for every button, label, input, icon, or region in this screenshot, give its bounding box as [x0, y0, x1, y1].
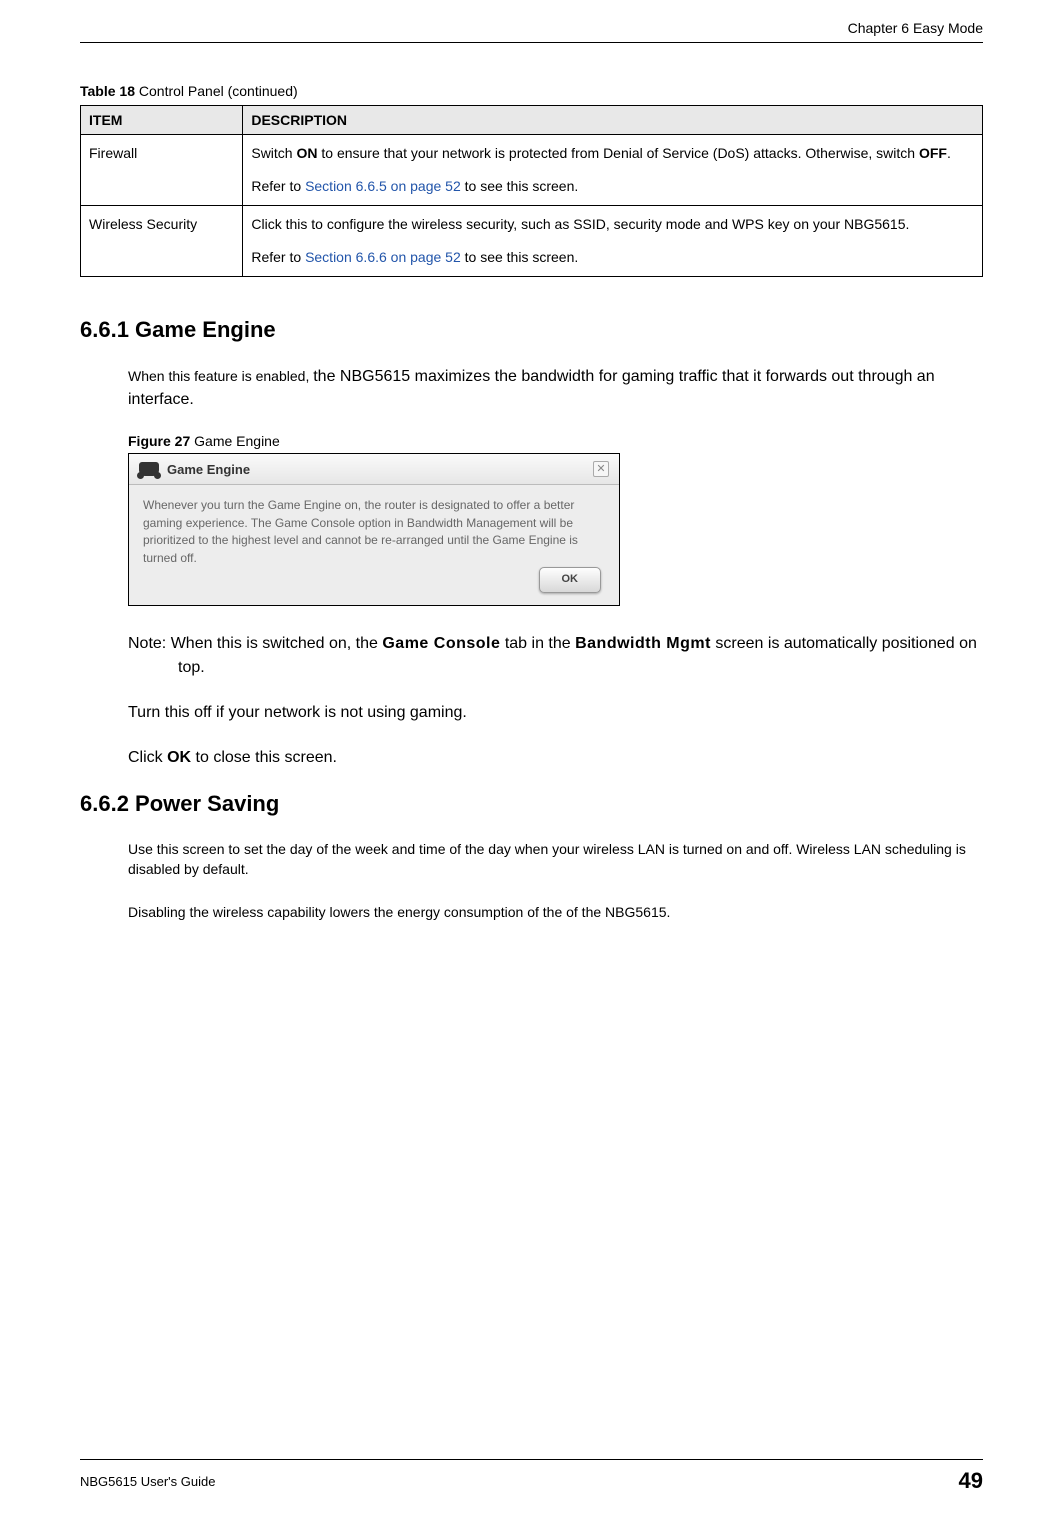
dialog-body-text: Whenever you turn the Game Engine on, th…: [143, 498, 578, 564]
chapter-header: Chapter 6 Easy Mode: [80, 20, 983, 43]
game-engine-dialog: Game Engine ✕ Whenever you turn the Game…: [128, 453, 620, 606]
dialog-title: Game Engine: [167, 462, 250, 477]
section-link[interactable]: Section 6.6.5 on page 52: [305, 178, 461, 194]
figure-caption-num: Figure 27: [128, 433, 190, 449]
close-icon[interactable]: ✕: [593, 461, 609, 477]
text-bold: ON: [296, 145, 317, 161]
item-firewall: Firewall: [81, 135, 243, 206]
controller-icon: [139, 462, 159, 476]
footer-guide-title: NBG5615 User's Guide: [80, 1474, 215, 1489]
table-caption-num: Table 18: [80, 83, 135, 99]
text: When this feature is enabled,: [128, 368, 313, 384]
figure-caption-text: Game Engine: [190, 433, 280, 449]
col-header-item: ITEM: [81, 106, 243, 135]
heading-power-saving: 6.6.2 Power Saving: [80, 791, 983, 817]
text-bold: Bandwidth Mgmt: [575, 635, 711, 652]
figure-caption: Figure 27 Game Engine: [128, 433, 983, 449]
desc-wireless-security: Click this to configure the wireless sec…: [243, 206, 983, 277]
text: to ensure that your network is protected…: [317, 145, 918, 161]
text-bold: OFF: [919, 145, 947, 161]
section-link[interactable]: Section 6.6.6 on page 52: [305, 249, 461, 265]
page-number: 49: [959, 1468, 983, 1494]
ok-button[interactable]: OK: [539, 567, 602, 593]
table-row: Firewall Switch ON to ensure that your n…: [81, 135, 983, 206]
text: .: [947, 145, 951, 161]
table-row: Wireless Security Click this to configur…: [81, 206, 983, 277]
control-panel-table: ITEM DESCRIPTION Firewall Switch ON to e…: [80, 105, 983, 277]
power-saving-p2: Disabling the wireless capability lowers…: [128, 902, 983, 922]
table-caption-text: Control Panel (continued): [135, 83, 298, 99]
item-wireless-security: Wireless Security: [81, 206, 243, 277]
dialog-body: Whenever you turn the Game Engine on, th…: [129, 485, 619, 605]
turn-off-text: Turn this off if your network is not usi…: [128, 701, 983, 724]
text: Refer to: [251, 249, 305, 265]
text: Refer to: [251, 178, 305, 194]
power-saving-p1: Use this screen to set the day of the we…: [128, 839, 983, 880]
text-bold: Game Console: [382, 635, 500, 652]
click-ok-text: Click OK to close this screen.: [128, 746, 983, 769]
desc-firewall: Switch ON to ensure that your network is…: [243, 135, 983, 206]
text: to close this screen.: [191, 749, 337, 766]
note-text: Note: When this is switched on, the Game…: [128, 632, 983, 678]
text: to see this screen.: [461, 249, 579, 265]
text: Click: [128, 749, 167, 766]
page-footer: NBG5615 User's Guide 49: [80, 1459, 983, 1494]
table-caption: Table 18 Control Panel (continued): [80, 83, 983, 99]
text-bold: OK: [167, 749, 191, 766]
text: Switch: [251, 145, 296, 161]
intro-text: When this feature is enabled, the NBG561…: [128, 365, 983, 411]
dialog-header: Game Engine ✕: [129, 454, 619, 485]
text: Note: When this is switched on, the: [128, 635, 382, 652]
text: to see this screen.: [461, 178, 579, 194]
col-header-description: DESCRIPTION: [243, 106, 983, 135]
heading-game-engine: 6.6.1 Game Engine: [80, 317, 983, 343]
text: Click this to configure the wireless sec…: [251, 214, 974, 235]
text: tab in the: [500, 635, 575, 652]
